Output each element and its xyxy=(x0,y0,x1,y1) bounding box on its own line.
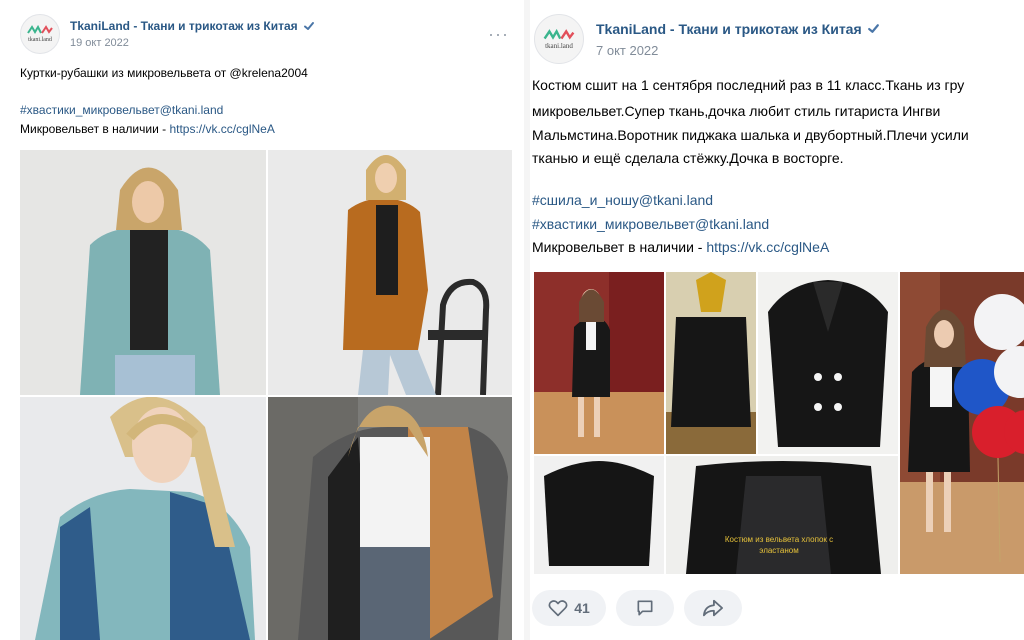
logo-icon xyxy=(27,25,53,34)
photo-3-image xyxy=(20,397,266,640)
stock-text: Микровельвет в наличии - https://vk.cc/c… xyxy=(20,122,275,136)
share-arrow-icon xyxy=(703,599,723,617)
stock-text: Микровельвет в наличии - https://vk.cc/c… xyxy=(532,239,829,255)
post-text-line-3: Мальмстина.Воротник пиджака шалька и дву… xyxy=(532,127,969,143)
photo-jacket-front[interactable] xyxy=(758,272,898,454)
post-text: Куртки-рубашки из микровельвета от @krel… xyxy=(20,66,308,80)
hashtag-link[interactable]: #хвастики_микровельвет@tkani.land xyxy=(20,103,223,117)
stock-link[interactable]: https://vk.cc/cglNeA xyxy=(706,239,829,255)
heart-icon xyxy=(548,600,568,617)
hashtag-link-1[interactable]: #сшила_и_ношу@tkani.land xyxy=(532,192,713,208)
photo-1[interactable] xyxy=(20,150,266,395)
photo-2-image xyxy=(268,150,512,395)
author-block: TkaniLand - Ткани и трикотаж из Китая 19… xyxy=(70,19,315,49)
hashtag-link-2[interactable]: #хвастики_микровельвет@tkani.land xyxy=(532,216,769,232)
photo-girl-hall[interactable] xyxy=(534,272,664,454)
avatar-logo-text: tkani.land xyxy=(545,41,573,50)
author-name[interactable]: TkaniLand - Ткани и трикотаж из Китая xyxy=(70,19,298,33)
stock-label: Микровельвет в наличии - xyxy=(532,239,707,255)
post-text-line-4: тканью и ещё сделала стёжку.Дочка в вост… xyxy=(532,150,844,166)
photo-image xyxy=(758,272,898,454)
photo-image xyxy=(666,272,756,454)
post-header: tkani.land TkaniLand - Ткани и трикотаж … xyxy=(20,14,315,54)
post-date[interactable]: 19 окт 2022 xyxy=(70,37,315,49)
verified-icon xyxy=(867,24,879,33)
photo-1-image xyxy=(20,150,266,395)
comment-button[interactable] xyxy=(616,590,674,626)
like-count: 41 xyxy=(574,600,590,616)
post-header: tkani.land TkaniLand - Ткани и трикотаж … xyxy=(534,14,880,64)
photo-image xyxy=(666,456,898,574)
photo-2[interactable] xyxy=(268,150,512,395)
author-name[interactable]: TkaniLand - Ткани и трикотаж из Китая xyxy=(596,21,862,37)
like-button[interactable]: 41 xyxy=(532,590,606,626)
photo-jacket-back[interactable] xyxy=(534,456,664,574)
post-text-line-2: микровельвет.Супер ткань,дочка любит сти… xyxy=(532,103,941,119)
verified-icon xyxy=(303,22,314,30)
post-text-line-1: Костюм сшит на 1 сентября последний раз … xyxy=(532,77,965,93)
photo-4-image xyxy=(268,397,512,640)
more-horizontal-icon[interactable]: ··· xyxy=(488,24,509,45)
post-left: tkani.land TkaniLand - Ткани и трикотаж … xyxy=(0,0,524,640)
author-block: TkaniLand - Ткани и трикотаж из Китая 7 … xyxy=(596,21,880,58)
photo-girl-balloons[interactable] xyxy=(900,272,1024,574)
photo-skirt[interactable] xyxy=(666,272,756,454)
post-actions: 41 xyxy=(532,590,742,626)
photo-3[interactable] xyxy=(20,397,266,640)
stock-label: Микровельвет в наличии - xyxy=(20,122,170,136)
photo-caption: Костюм из вельвета хлопок с эластаном xyxy=(724,535,834,555)
avatar[interactable]: tkani.land xyxy=(20,14,60,54)
comment-icon xyxy=(637,600,653,616)
stock-link[interactable]: https://vk.cc/cglNeA xyxy=(169,122,274,136)
photo-image xyxy=(534,272,664,454)
photo-jacket-lining[interactable]: Костюм из вельвета хлопок с эластаном xyxy=(666,456,898,574)
photo-4[interactable] xyxy=(268,397,512,640)
avatar-logo-text: tkani.land xyxy=(28,37,52,43)
photo-image xyxy=(900,272,1024,574)
photo-image xyxy=(534,456,664,574)
avatar[interactable]: tkani.land xyxy=(534,14,584,64)
share-button[interactable] xyxy=(684,590,742,626)
logo-icon xyxy=(543,28,575,40)
post-right: tkani.land TkaniLand - Ткани и трикотаж … xyxy=(524,0,1024,640)
post-date[interactable]: 7 окт 2022 xyxy=(596,43,880,58)
